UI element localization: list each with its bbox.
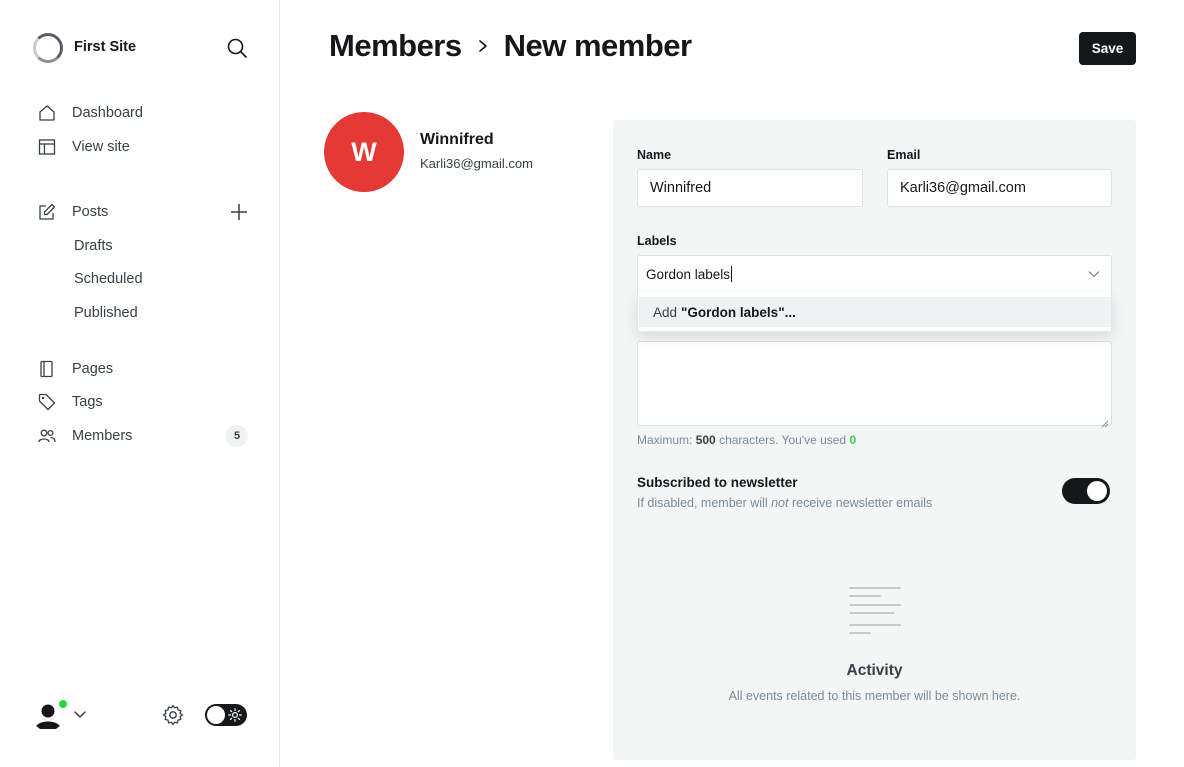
nav-view-site[interactable]: View site	[38, 136, 130, 158]
newsletter-title: Subscribed to newsletter	[637, 475, 798, 490]
labels-dropdown: Add "Gordon labels"...	[637, 292, 1112, 332]
nav-members[interactable]: Members	[38, 425, 132, 447]
labels-label: Labels	[637, 234, 677, 248]
nav-tags[interactable]: Tags	[38, 391, 103, 413]
chevron-right-icon	[472, 35, 494, 57]
nav-pages-label: Pages	[72, 361, 114, 377]
char-max: 500	[695, 433, 716, 447]
activity-description: All events related to this member will b…	[728, 689, 1021, 703]
newsletter-desc-emph: not	[771, 496, 789, 510]
labels-input[interactable]: Gordon labels	[637, 255, 1112, 293]
chevron-down-icon[interactable]	[72, 706, 88, 722]
toggle-knob	[1087, 481, 1107, 501]
home-icon	[38, 104, 56, 122]
sidebar: First Site Dashboard View site Posts Dra…	[0, 0, 280, 767]
nav-posts[interactable]: Posts	[38, 201, 108, 223]
add-label-prefix: Add	[653, 304, 678, 320]
newsletter-desc-after: receive newsletter emails	[791, 496, 933, 510]
char-used: 0	[849, 433, 857, 447]
users-icon	[38, 427, 56, 445]
edit-icon	[38, 203, 56, 221]
toggle-knob	[207, 706, 225, 724]
page-title: New member	[503, 28, 692, 63]
add-post-button[interactable]	[228, 201, 250, 223]
member-avatar: W	[324, 112, 404, 192]
nav-scheduled[interactable]: Scheduled	[74, 271, 143, 287]
note-textarea[interactable]	[637, 341, 1112, 428]
member-name: Winnifred	[420, 131, 494, 148]
site-title[interactable]: First Site	[74, 39, 136, 55]
member-email: Karli36@gmail.com	[420, 156, 533, 171]
site-logo-icon[interactable]	[33, 33, 63, 63]
nav-members-label: Members	[72, 428, 133, 444]
gear-icon[interactable]	[161, 703, 185, 727]
nav-drafts[interactable]: Drafts	[74, 238, 113, 254]
tag-icon	[38, 393, 56, 411]
activity-title: Activity	[846, 662, 903, 679]
sun-icon	[228, 708, 242, 722]
email-label: Email	[887, 148, 921, 162]
nav-posts-label: Posts	[72, 204, 109, 220]
breadcrumb-members-link[interactable]: Members	[329, 28, 462, 64]
char-count-middle: characters. You've used	[719, 433, 847, 447]
page-icon	[38, 360, 56, 378]
nav-view-site-label: View site	[72, 139, 130, 155]
nav-published[interactable]: Published	[74, 305, 138, 321]
online-status-icon	[58, 699, 68, 709]
add-label-option[interactable]: Add "Gordon labels"...	[639, 297, 1111, 327]
text-caret	[731, 266, 733, 282]
resize-grip-icon[interactable]	[1101, 415, 1109, 428]
layout-icon	[38, 138, 56, 156]
theme-toggle[interactable]	[205, 704, 247, 726]
char-count-prefix: Maximum:	[637, 433, 693, 447]
members-count-badge: 5	[226, 425, 248, 447]
newsletter-toggle[interactable]	[1062, 478, 1110, 504]
nav-pages[interactable]: Pages	[38, 358, 113, 380]
email-field[interactable]: Karli36@gmail.com	[887, 169, 1112, 207]
labels-input-text: Gordon labels	[646, 266, 731, 282]
newsletter-desc-before: If disabled, member will	[637, 496, 768, 510]
nav-dashboard-label: Dashboard	[72, 105, 143, 121]
chevron-down-icon[interactable]	[1087, 267, 1101, 281]
char-count: Maximum: 500 characters. You've used 0	[637, 433, 856, 447]
nav-tags-label: Tags	[72, 394, 103, 410]
save-button[interactable]: Save	[1079, 32, 1136, 65]
name-field[interactable]: Winnifred	[637, 169, 863, 207]
name-label: Name	[637, 148, 672, 162]
breadcrumb: Members New member	[329, 28, 692, 64]
newsletter-description: If disabled, member will not receive new…	[637, 496, 932, 510]
activity-list-icon	[846, 585, 904, 635]
add-label-value: "Gordon labels"...	[681, 304, 796, 320]
nav-dashboard[interactable]: Dashboard	[38, 102, 143, 124]
search-icon[interactable]	[226, 37, 248, 59]
